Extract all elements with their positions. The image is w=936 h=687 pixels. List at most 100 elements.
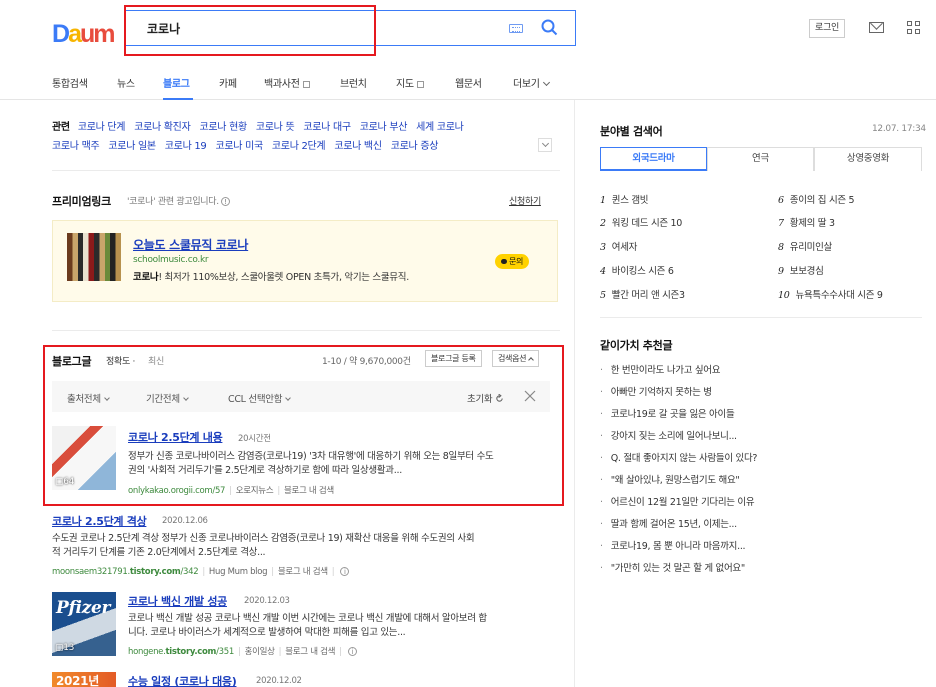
trending-item[interactable]: 10 뉴욕특수수사대 시즌 9: [778, 287, 883, 301]
trending-item[interactable]: 2 워킹 데드 시즌 10: [600, 215, 682, 229]
chevron-down-icon: [542, 78, 550, 87]
thumbnail-caption: Pfizer: [56, 598, 111, 618]
tab-encyclopedia[interactable]: 백과사전: [264, 75, 310, 90]
related-keyword[interactable]: 코로나 19: [165, 141, 207, 152]
tab-more[interactable]: 더보기: [513, 75, 550, 90]
result-thumbnail[interactable]: Pfizer ▢13: [52, 592, 116, 656]
tab-blog[interactable]: 블로그: [163, 75, 190, 90]
result-thumbnail[interactable]: 2021년: [52, 672, 116, 687]
result-date: 2020.12.03: [244, 596, 290, 606]
result-date: 2020.12.02: [256, 676, 302, 686]
chat-bubble-icon: [501, 259, 507, 264]
tab-foreign-drama[interactable]: 외국드라마: [600, 147, 707, 171]
result-thumbnail[interactable]: ▢64: [52, 426, 116, 490]
tab-all[interactable]: 통합검색: [52, 75, 88, 90]
related-keyword[interactable]: 코로나 부산: [360, 122, 408, 133]
recommend-item[interactable]: 딸과 함께 걸어온 15년, 이제는...: [600, 516, 737, 530]
result-snippet: 수도권 코로나 2.5단계 격상 정부가 신종 코로나바이러스 감염증(코로나 …: [52, 533, 475, 558]
close-filter-button[interactable]: [524, 390, 536, 402]
search-input[interactable]: [147, 19, 497, 37]
related-keyword[interactable]: 코로나 증상: [391, 141, 439, 152]
recommend-item[interactable]: "가만히 있는 것 말곤 할 게 없어요": [600, 560, 745, 574]
register-blog-button[interactable]: 블로그글 등록: [425, 350, 482, 367]
ad-title-link[interactable]: 오늘도 스쿨뮤직 코로나: [133, 236, 248, 253]
login-button[interactable]: 로그인: [809, 19, 845, 38]
in-blog-search-link[interactable]: 블로그 내 검색: [278, 567, 328, 577]
recommend-item[interactable]: 코로나19로 갈 곳을 잃은 아이들: [600, 406, 735, 420]
trending-item[interactable]: 1 퀸스 갬빗: [600, 192, 649, 206]
trending-item[interactable]: 6 종이의 집 시즌 5: [778, 192, 855, 206]
related-keyword[interactable]: 코로나 백신: [334, 141, 382, 152]
info-icon[interactable]: i: [340, 567, 350, 576]
search-tabs: 통합검색 뉴스 블로그 카페 백과사전 브런치 지도 웹문서 더보기: [0, 62, 936, 100]
daum-logo[interactable]: Daum: [52, 20, 116, 49]
trending-item[interactable]: 3 여세자: [600, 239, 637, 253]
recommend-item[interactable]: 아빠만 기억하지 못하는 병: [600, 384, 712, 398]
info-icon[interactable]: i: [347, 647, 357, 656]
apply-ad-link[interactable]: 신청하기: [509, 194, 541, 207]
recommend-item[interactable]: 코로나19, 몸 뿐 아니라 마음까지...: [600, 538, 746, 552]
result-title-link[interactable]: 수능 일정 (코로나 대응): [128, 673, 237, 687]
filter-bar: 출처전체 기간전체 CCL 선택안함 초기화: [52, 381, 550, 412]
filter-source[interactable]: 출처전체: [67, 391, 110, 405]
related-keyword[interactable]: 코로나 미국: [216, 141, 264, 152]
mail-icon[interactable]: [869, 22, 884, 33]
related-keyword[interactable]: 세계 코로나: [416, 122, 464, 133]
reset-filters-button[interactable]: 초기화: [467, 391, 504, 405]
tab-brunch[interactable]: 브런치: [340, 75, 367, 90]
related-keyword[interactable]: 코로나 뜻: [256, 122, 295, 133]
info-icon[interactable]: !: [220, 197, 230, 206]
related-keyword[interactable]: 코로나 확진자: [134, 122, 191, 133]
result-source: onlykakao.orogii.com/57 | 오로지뉴스 | 블로그 내 검색: [128, 486, 334, 496]
related-keyword[interactable]: 코로나 일본: [108, 141, 156, 152]
apps-grid-icon[interactable]: [907, 21, 921, 35]
filter-ccl[interactable]: CCL 선택안함: [228, 391, 291, 405]
inquiry-button[interactable]: 문의: [495, 254, 530, 269]
trending-item[interactable]: 4 바이킹스 시즌 6: [600, 263, 674, 277]
filter-period[interactable]: 기간전체: [146, 391, 189, 405]
tab-webdocs[interactable]: 웹문서: [455, 75, 482, 90]
trending-item[interactable]: 5 빨간 머리 앤 시즌3: [600, 287, 685, 301]
trending-item[interactable]: 9 보보경심: [778, 263, 824, 277]
result-date: 20시간전: [238, 434, 271, 444]
ad-url: schoolmusic.co.kr: [133, 255, 209, 265]
premium-ad: 오늘도 스쿨뮤직 코로나 schoolmusic.co.kr 코로나! 최저가 …: [52, 220, 558, 302]
result-url[interactable]: moonsaem321791.tistory.com/342: [52, 567, 199, 577]
result-url[interactable]: onlykakao.orogii.com/57: [128, 486, 225, 496]
tab-map[interactable]: 지도: [396, 75, 424, 90]
trending-item[interactable]: 8 유리미인살: [778, 239, 832, 253]
result-blog-name[interactable]: Hug Mum blog: [209, 567, 268, 577]
tab-theater[interactable]: 연극: [707, 147, 814, 171]
tab-news[interactable]: 뉴스: [117, 75, 135, 90]
recommend-item[interactable]: "왜 살아있냐, 원망스럽기도 해요": [600, 472, 740, 486]
related-keyword[interactable]: 코로나 맥주: [52, 141, 100, 152]
related-keyword[interactable]: 코로나 현황: [199, 122, 247, 133]
result-title-link[interactable]: 코로나 2.5단계 격상: [52, 513, 147, 529]
recommend-item[interactable]: 강아지 짖는 소리에 일어나보니...: [600, 428, 737, 442]
sort-latest[interactable]: 최신: [148, 354, 164, 367]
in-blog-search-link[interactable]: 블로그 내 검색: [285, 647, 335, 657]
sort-accuracy[interactable]: 정확도 ·: [106, 354, 135, 367]
ad-thumbnail[interactable]: [67, 233, 121, 281]
in-blog-search-link[interactable]: 블로그 내 검색: [284, 486, 334, 496]
search-button[interactable]: [540, 18, 560, 38]
search-options-button[interactable]: 검색옵션: [492, 350, 540, 367]
related-keyword[interactable]: 코로나 대구: [303, 122, 351, 133]
recommend-item[interactable]: 어르신이 12월 21일만 기다리는 이유: [600, 494, 755, 508]
result-title-link[interactable]: 코로나 2.5단계 내용: [128, 429, 223, 445]
search-box: [124, 10, 576, 46]
recommend-item[interactable]: Q. 절대 좋아지지 않는 사람들이 있다?: [600, 450, 758, 464]
tab-movies[interactable]: 상영중영화: [814, 147, 922, 171]
result-title-link[interactable]: 코로나 백신 개발 성공: [128, 593, 227, 609]
result-url[interactable]: hongene.tistory.com/351: [128, 647, 234, 657]
result-count: 1-10 / 약 9,670,000건: [322, 357, 411, 367]
tab-cafe[interactable]: 카페: [219, 75, 237, 90]
expand-related-button[interactable]: [538, 138, 552, 152]
trending-item[interactable]: 7 황제의 딸 3: [778, 215, 835, 229]
result-blog-name[interactable]: 홍이일상: [245, 647, 275, 657]
keyboard-icon[interactable]: [509, 24, 523, 33]
recommend-item[interactable]: 한 번만이라도 나가고 싶어요: [600, 362, 721, 376]
related-keyword[interactable]: 코로나 단계: [78, 122, 126, 133]
related-keyword[interactable]: 코로나 2단계: [272, 141, 326, 152]
result-blog-name[interactable]: 오로지뉴스: [236, 486, 274, 496]
